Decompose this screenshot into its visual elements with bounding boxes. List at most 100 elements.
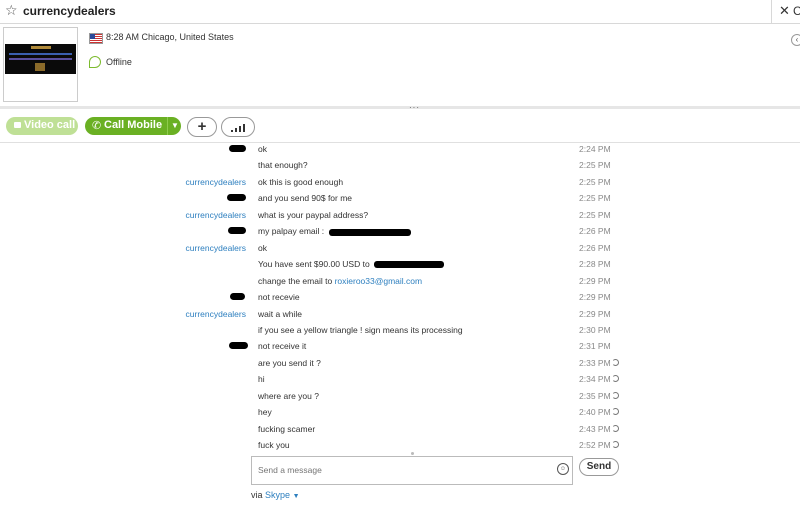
- header-divider: [771, 0, 772, 23]
- email-link[interactable]: roxieroo33@gmail.com: [335, 276, 423, 286]
- message-body: are you send it ?: [258, 357, 321, 368]
- message-text: ok this is good enough: [258, 174, 343, 190]
- message-body: not receive it: [258, 341, 307, 352]
- expand-profile-icon[interactable]: ‹: [791, 34, 800, 46]
- contact-profile: 8:28 AM Chicago, United States Offline ‹: [0, 24, 800, 106]
- message-input[interactable]: [256, 460, 550, 480]
- message-timestamp: 2:29 PM: [579, 308, 611, 319]
- message-text: and you send 90$ for me: [258, 190, 352, 206]
- message-text: my palpay email :: [258, 223, 411, 239]
- redacted-sender-scribble: [227, 194, 246, 202]
- resize-handle-icon[interactable]: ···: [409, 103, 420, 112]
- contact-status: Offline: [106, 57, 132, 67]
- chat-message-row[interactable]: currencydealers wait a while 2:29 PM: [0, 306, 800, 322]
- message-text: change the email to roxieroo33@gmail.com: [258, 273, 422, 289]
- message-text: wait a while: [258, 306, 302, 322]
- call-toolbar: Video call ✆ Call Mobile ▼ +: [0, 112, 800, 143]
- redacted-sender-scribble: [230, 293, 245, 301]
- next-tab-label[interactable]: C: [793, 4, 800, 18]
- message-timestamp: 2:25 PM: [579, 160, 611, 171]
- send-via-selector[interactable]: via Skype ▼: [251, 490, 300, 500]
- message-text: that enough?: [258, 157, 308, 173]
- chat-message-row[interactable]: hey 2:40 PM: [0, 404, 800, 420]
- call-options-dropdown[interactable]: ▼: [167, 117, 182, 135]
- message-text: fucking scamer: [258, 421, 315, 437]
- message-body: what is your paypal address?: [258, 209, 369, 220]
- chat-message-row[interactable]: if you see a yellow triangle ! sign mean…: [0, 322, 800, 338]
- chat-message-row[interactable]: change the email to roxieroo33@gmail.com…: [0, 273, 800, 289]
- message-text: ok: [258, 240, 267, 256]
- video-call-label: Video call: [24, 119, 76, 131]
- sending-spinner-icon: [612, 375, 619, 383]
- add-participant-button[interactable]: +: [187, 117, 217, 137]
- chat-message-row[interactable]: and you send 90$ for me 2:25 PM: [0, 190, 800, 206]
- close-icon[interactable]: ✕: [779, 3, 790, 19]
- message-sender[interactable]: currencydealers: [140, 306, 246, 322]
- message-body: fuck you: [258, 440, 290, 451]
- chat-message-row[interactable]: not recevie 2:29 PM: [0, 289, 800, 305]
- message-timestamp: 2:30 PM: [579, 324, 611, 335]
- message-timestamp: 2:43 PM: [579, 423, 611, 434]
- video-camera-icon: [14, 122, 21, 128]
- contact-avatar[interactable]: [3, 27, 78, 102]
- call-quality-button[interactable]: [221, 117, 255, 137]
- chat-message-row[interactable]: currencydealers ok this is good enough 2:2…: [0, 174, 800, 190]
- message-sender[interactable]: currencydealers: [140, 240, 246, 256]
- message-text: are you send it ?: [258, 355, 321, 371]
- message-text: not recevie: [258, 289, 300, 305]
- chat-message-row[interactable]: my palpay email : 2:26 PM: [0, 223, 800, 239]
- chat-message-row[interactable]: currencydealers ok 2:26 PM: [0, 240, 800, 256]
- resize-divider[interactable]: [0, 106, 800, 109]
- chat-message-row[interactable]: hi 2:34 PM: [0, 371, 800, 387]
- message-body: ok: [258, 144, 267, 154]
- favorite-star-icon[interactable]: ☆: [5, 2, 18, 19]
- message-body: hi: [258, 374, 265, 385]
- via-service[interactable]: Skype: [265, 490, 290, 500]
- message-text: where are you ?: [258, 388, 319, 404]
- chat-message-row[interactable]: fucking scamer 2:43 PM: [0, 421, 800, 437]
- message-timestamp: 2:35 PM: [579, 390, 611, 401]
- message-timestamp: 2:40 PM: [579, 407, 611, 418]
- composer-resize-dot[interactable]: [411, 452, 414, 455]
- message-body: if you see a yellow triangle ! sign mean…: [258, 324, 463, 335]
- message-text: hi: [258, 371, 265, 387]
- emoticon-icon[interactable]: ☺: [557, 463, 569, 475]
- message-text: fuck you: [258, 437, 290, 453]
- message-timestamp: 2:29 PM: [579, 292, 611, 303]
- message-timestamp: 2:25 PM: [579, 193, 611, 204]
- video-call-button[interactable]: Video call: [6, 117, 78, 135]
- sending-spinner-icon: [612, 408, 619, 416]
- message-body: that enough?: [258, 160, 308, 171]
- send-button[interactable]: Send: [579, 458, 619, 476]
- chat-message-row[interactable]: are you send it ? 2:33 PM: [0, 355, 800, 371]
- message-timestamp: 2:29 PM: [579, 275, 611, 286]
- message-timestamp: 2:31 PM: [579, 341, 611, 352]
- chat-message-row[interactable]: not receive it 2:31 PM: [0, 338, 800, 354]
- chat-message-row[interactable]: ok 2:24 PM: [0, 141, 800, 157]
- redacted-sender-scribble: [228, 227, 246, 235]
- message-sender[interactable]: currencydealers: [140, 174, 246, 190]
- chat-message-row[interactable]: You have sent $90.00 USD to 2:28 PM: [0, 256, 800, 272]
- message-body: ok: [258, 242, 267, 253]
- chat-message-row[interactable]: that enough? 2:25 PM: [0, 157, 800, 173]
- redacted-text-scribble: [328, 228, 411, 236]
- chat-message-row[interactable]: fuck you 2:52 PM: [0, 437, 800, 453]
- chat-history[interactable]: ok 2:24 PM that enough? 2:25 PM currencydeal…: [0, 141, 800, 451]
- message-body: change the email to: [258, 275, 335, 286]
- message-text: not receive it: [258, 338, 306, 354]
- chevron-down-icon[interactable]: ▼: [293, 493, 300, 500]
- message-body: You have sent $90.00 USD to: [258, 259, 373, 270]
- message-timestamp: 2:33 PM: [579, 357, 611, 368]
- message-composer[interactable]: ☺: [251, 456, 573, 485]
- message-sender[interactable]: currencydealers: [140, 207, 246, 223]
- via-label: via: [251, 490, 263, 500]
- message-text: ok: [258, 141, 267, 157]
- call-mobile-button[interactable]: ✆ Call Mobile ▼: [85, 117, 181, 135]
- message-timestamp: 2:52 PM: [579, 440, 611, 451]
- message-body: my palpay email :: [258, 226, 327, 237]
- message-body: fucking scamer: [258, 423, 316, 434]
- chat-message-row[interactable]: where are you ? 2:35 PM: [0, 388, 800, 404]
- chat-message-row[interactable]: currencydealers what is your paypal addre…: [0, 207, 800, 223]
- redacted-sender-scribble: [229, 342, 248, 350]
- message-body: where are you ?: [258, 390, 319, 401]
